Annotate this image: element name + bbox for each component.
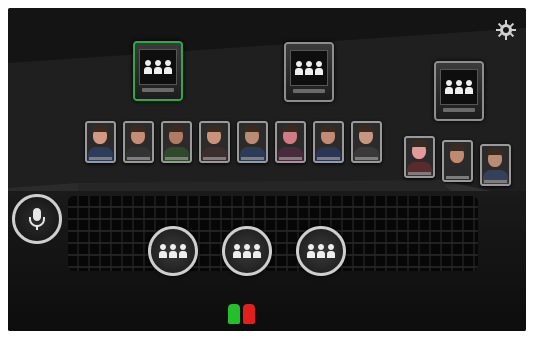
- group-tile-2[interactable]: [284, 42, 334, 102]
- participant-avatar-1-2[interactable]: [123, 121, 154, 163]
- audience-button-3[interactable]: [296, 226, 346, 276]
- participant-avatar-1-4[interactable]: [199, 121, 230, 163]
- group-caption: [293, 89, 325, 93]
- microphone-button[interactable]: [12, 194, 62, 244]
- group-caption: [142, 88, 174, 92]
- group-tile-3[interactable]: [434, 61, 484, 121]
- status-green-indicator: [228, 304, 240, 324]
- participant-avatar-2-2[interactable]: [442, 140, 473, 182]
- group-people-icon: [440, 69, 478, 105]
- participant-name-label: [89, 157, 112, 160]
- participant-hair: [358, 125, 374, 132]
- group-caption: [443, 108, 475, 112]
- status-red-indicator: [243, 304, 255, 324]
- conference-room-view: [8, 8, 526, 331]
- participant-avatar-2-1[interactable]: [404, 136, 435, 178]
- group-people-icon: [159, 244, 187, 258]
- participant-name-label: [127, 157, 150, 160]
- participant-name-label: [408, 172, 431, 175]
- participant-hair: [320, 125, 336, 132]
- participant-avatar-1-6[interactable]: [275, 121, 306, 163]
- auditorium-seat-rows: [68, 196, 478, 271]
- participant-avatar-1-8[interactable]: [351, 121, 382, 163]
- participant-hair: [168, 125, 184, 132]
- participant-name-label: [165, 157, 188, 160]
- group-people-icon: [307, 244, 335, 258]
- participant-avatar-1-3[interactable]: [161, 121, 192, 163]
- participant-hair: [449, 144, 465, 151]
- participant-name-label: [317, 157, 340, 160]
- group-people-icon: [290, 50, 328, 86]
- participant-name-label: [446, 176, 469, 179]
- participant-hair: [92, 125, 108, 132]
- participant-name-label: [484, 180, 507, 183]
- microphone-icon: [29, 208, 45, 230]
- participant-avatar-2-3[interactable]: [480, 144, 511, 186]
- participant-hair: [487, 148, 503, 155]
- group-tile-1[interactable]: [133, 41, 183, 101]
- participant-name-label: [241, 157, 264, 160]
- audience-button-2[interactable]: [222, 226, 272, 276]
- participant-hair: [244, 125, 260, 132]
- participant-avatar-1-7[interactable]: [313, 121, 344, 163]
- participant-name-label: [355, 157, 378, 160]
- participant-name-label: [279, 157, 302, 160]
- status-indicators: [228, 304, 255, 324]
- participant-hair: [206, 125, 222, 132]
- participant-hair: [130, 125, 146, 132]
- gear-icon[interactable]: [496, 20, 516, 40]
- participant-hair: [411, 140, 427, 147]
- group-people-icon: [139, 49, 177, 85]
- participant-avatar-1-1[interactable]: [85, 121, 116, 163]
- audience-button-1[interactable]: [148, 226, 198, 276]
- participant-hair: [282, 125, 298, 132]
- participant-avatar-1-5[interactable]: [237, 121, 268, 163]
- group-people-icon: [233, 244, 261, 258]
- participant-name-label: [203, 157, 226, 160]
